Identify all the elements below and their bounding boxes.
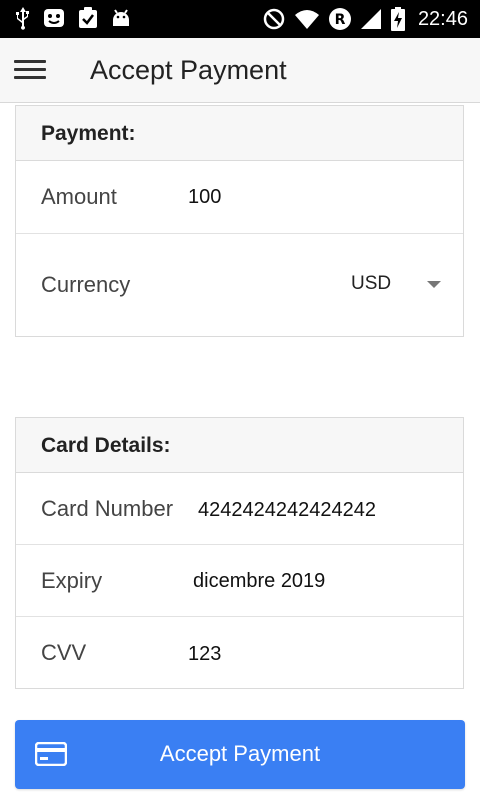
app-bar: Accept Payment <box>0 38 480 103</box>
cvv-row: CVV 123 <box>16 617 463 689</box>
clipboard-check-icon <box>76 6 100 30</box>
battery-charging-icon <box>390 7 406 31</box>
currency-label: Currency <box>41 272 131 297</box>
cvv-label: CVV <box>41 640 87 665</box>
card-number-label: Card Number <box>41 496 174 521</box>
chevron-down-icon <box>427 281 441 288</box>
wifi-icon <box>294 7 320 31</box>
do-not-disturb-icon <box>262 7 286 31</box>
cvv-field[interactable]: 123 <box>188 643 221 666</box>
payment-card: Payment: Amount 100 Currency USD <box>15 105 464 337</box>
status-bar: R 22:46 <box>0 0 480 38</box>
usb-icon <box>14 6 32 30</box>
android-debug-icon <box>110 6 132 30</box>
payment-header: Payment: <box>16 106 463 161</box>
status-time: 22:46 <box>417 8 468 30</box>
notification-icon <box>42 6 66 30</box>
currency-row: Currency USD <box>16 234 463 336</box>
expiry-row: Expiry dicembre 2019 <box>16 545 463 617</box>
amount-row: Amount 100 <box>16 161 463 234</box>
roaming-icon: R <box>328 7 352 31</box>
svg-text:R: R <box>335 12 346 28</box>
card-number-field[interactable]: 4242424242424242 <box>198 499 376 522</box>
card-details-header: Card Details: <box>16 418 463 473</box>
card-details-card: Card Details: Card Number 42424242424242… <box>15 417 464 689</box>
page-title: Accept Payment <box>90 55 287 85</box>
expiry-label: Expiry <box>41 568 103 593</box>
currency-select[interactable]: USD <box>351 271 441 301</box>
currency-value: USD <box>351 273 392 294</box>
amount-field[interactable]: 100 <box>188 186 221 209</box>
accept-payment-button[interactable]: Accept Payment <box>15 720 465 789</box>
hamburger-icon[interactable] <box>14 58 46 82</box>
signal-icon <box>360 7 382 31</box>
amount-label: Amount <box>41 184 117 209</box>
accept-payment-label: Accept Payment <box>159 741 321 766</box>
card-number-row: Card Number 4242424242424242 <box>16 473 463 545</box>
expiry-field[interactable]: dicembre 2019 <box>193 570 325 593</box>
